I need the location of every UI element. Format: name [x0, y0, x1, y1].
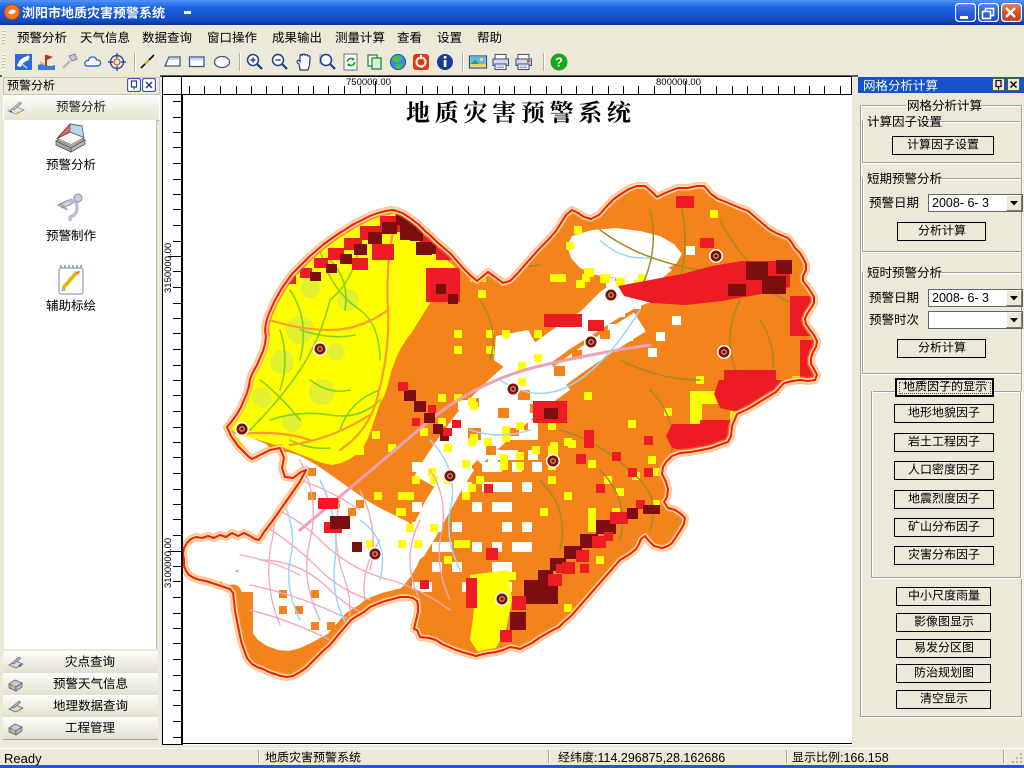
svg-text:?: ? [555, 55, 563, 70]
